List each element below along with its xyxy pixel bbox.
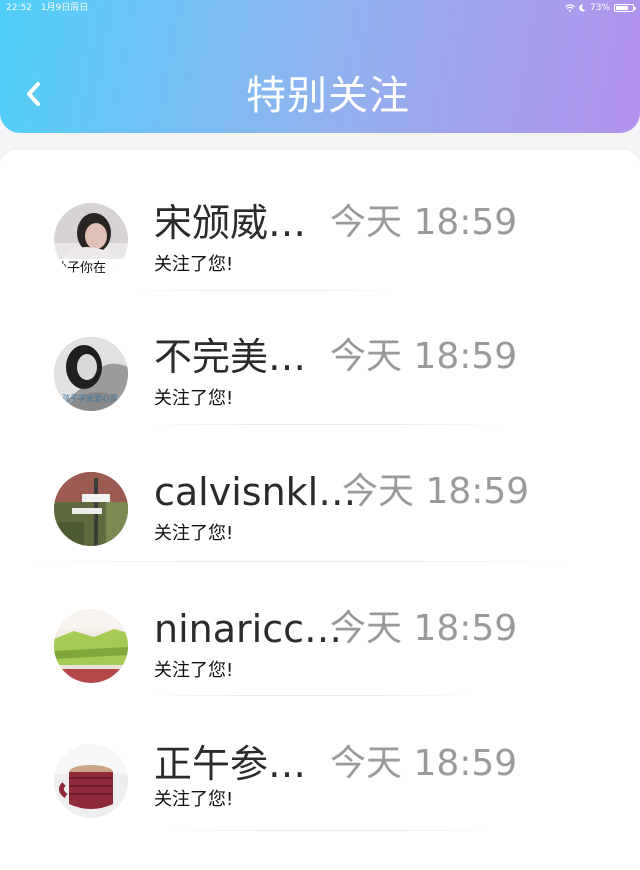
list-item[interactable]: 孙子你在 宋颁威… 今天 18:59 关注了您! [0, 155, 640, 292]
wifi-icon [565, 4, 575, 12]
header-bar: 22:52 1月9日周日 73% 特别关注 [0, 0, 640, 133]
list-item[interactable]: ninaricc… 今天 18:59 关注了您! [0, 561, 640, 698]
item-time: 今天 18:59 [330, 743, 518, 784]
status-date: 1月9日周日 [40, 3, 89, 13]
list-item[interactable]: 正午参… 今天 18:59 关注了您! [0, 696, 640, 833]
status-right: 73% [565, 0, 636, 16]
item-name: 正午参… [154, 742, 307, 786]
item-name: 不完美… [154, 335, 307, 379]
moon-icon [579, 4, 586, 12]
status-left: 22:52 1月9日周日 [6, 0, 94, 16]
follow-list: 孙子你在 宋颁威… 今天 18:59 关注了您! 孩子学会爱心灵 不完美… 今天… [0, 150, 640, 870]
page-title: 特别关注 [246, 73, 410, 119]
avatar[interactable] [54, 744, 128, 818]
avatar[interactable] [54, 472, 128, 546]
item-message: 关注了您! [154, 254, 234, 275]
list-item[interactable]: calvisnkl… 今天 18:59 关注了您! [0, 424, 640, 561]
item-message: 关注了您! [154, 660, 234, 681]
list-item[interactable]: 孩子学会爱心灵 不完美… 今天 18:59 关注了您! [0, 289, 640, 426]
divider [160, 830, 500, 831]
avatar[interactable]: 孩子学会爱心灵 [54, 337, 128, 411]
item-name: 宋颁威… [154, 201, 307, 245]
avatar[interactable] [54, 609, 128, 683]
item-time: 今天 18:59 [342, 471, 530, 512]
status-time: 22:52 [6, 3, 32, 13]
item-time: 今天 18:59 [330, 336, 518, 377]
avatar-caption: 孩子学会爱心灵 [62, 394, 118, 403]
item-name: calvisnkl… [154, 470, 357, 514]
item-message: 关注了您! [154, 388, 234, 409]
avatar-caption: 孙子你在 [54, 261, 107, 276]
item-message: 关注了您! [154, 523, 234, 544]
battery-icon [614, 4, 636, 12]
battery-percent: 73% [589, 3, 610, 13]
item-time: 今天 18:59 [330, 202, 518, 243]
item-time: 今天 18:59 [330, 608, 518, 649]
status-bar: 22:52 1月9日周日 73% [0, 0, 640, 16]
item-message: 关注了您! [154, 789, 234, 810]
item-name: ninaricc… [154, 607, 342, 651]
avatar[interactable]: 孙子你在 [54, 203, 128, 277]
